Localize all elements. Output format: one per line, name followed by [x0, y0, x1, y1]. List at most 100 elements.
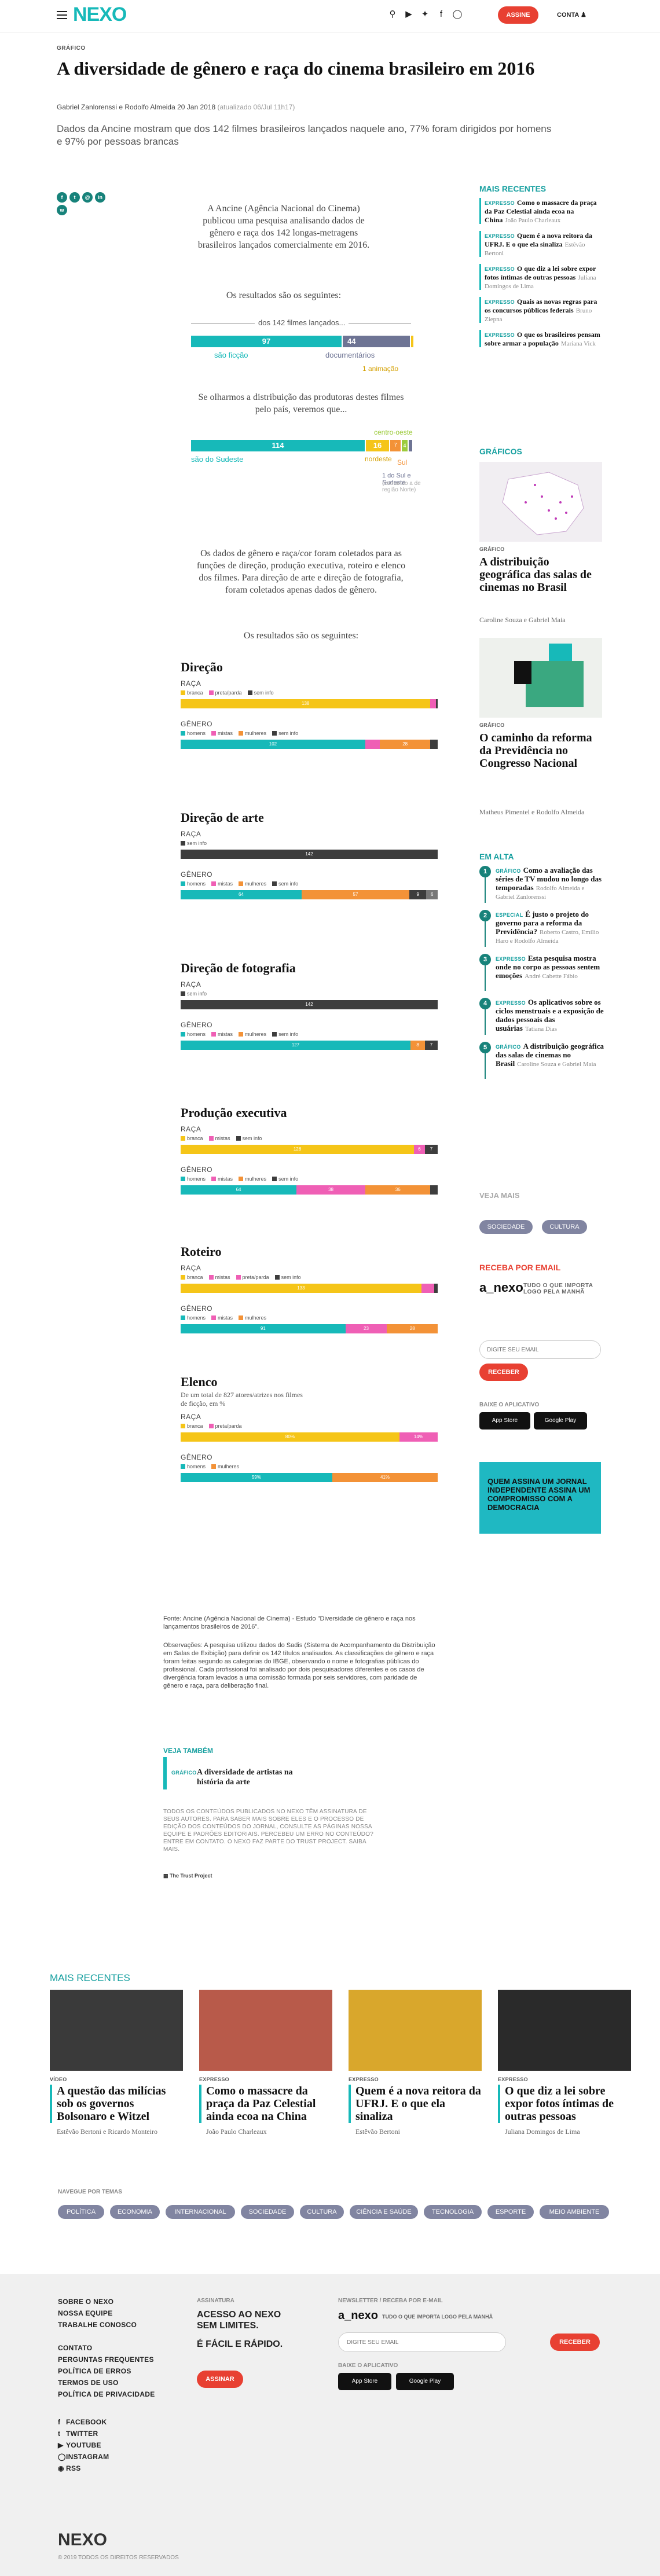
linkedin-share-icon[interactable]: in: [95, 192, 105, 203]
legend-item: preta/parda: [236, 1274, 269, 1280]
topic-pill[interactable]: MEIO AMBIENTE: [540, 2205, 609, 2219]
footer-link[interactable]: SOBRE O NEXO: [58, 2298, 174, 2306]
films-breakdown: dos 142 filmes lançados... 97 44 são fic…: [191, 318, 413, 376]
footer-subscribe-button[interactable]: ASSINAR: [197, 2371, 243, 2388]
footer-social-link[interactable]: ◯INSTAGRAM: [58, 2453, 174, 2461]
footer-social-link[interactable]: ◉ RSS: [58, 2464, 174, 2472]
sidebar-recent-item[interactable]: EXPRESSO Quais as novas regras para os co…: [479, 297, 604, 323]
race-legend: branca mistas sem info: [181, 1136, 441, 1141]
topic-pill[interactable]: ESPORTE: [487, 2205, 534, 2219]
gender-legend: homens mistas mulheres sem info: [181, 1176, 441, 1182]
tag-sociedade[interactable]: SOCIEDADE: [479, 1220, 533, 1234]
sidebar-recent-item[interactable]: EXPRESSO O que diz a lei sobre expor foto…: [479, 264, 604, 290]
legend-text: preta/parda: [215, 690, 242, 696]
rights-note: TODOS OS CONTEÚDOS PUBLICADOS NO NEXO TÊ…: [163, 1809, 373, 1853]
chart-title: Direção: [181, 660, 223, 674]
race-legend: sem info: [181, 991, 441, 997]
sul-bar: 7: [390, 440, 401, 451]
footer-social-link[interactable]: ▶ YOUTUBE: [58, 2441, 174, 2449]
graphic1-title[interactable]: A distribuição geográfica das salas de c…: [479, 556, 601, 594]
legend-swatch: [181, 690, 185, 695]
youtube-icon[interactable]: ▶: [403, 9, 415, 20]
trust-project-logo[interactable]: ▦ The Trust Project: [163, 1873, 212, 1879]
footer-access-text: ACESSO AO NEXO SEM LIMITES.: [197, 2310, 281, 2331]
trending-item[interactable]: 5 GRÁFICO A distribuição geográfica das sa…: [479, 1042, 604, 1079]
legend-text: branca: [187, 1274, 203, 1280]
recent-card[interactable]: EXPRESSO O que diz a lei sobre expor foto…: [498, 1990, 631, 2136]
account-link[interactable]: CONTA ♟: [557, 11, 586, 19]
menu-icon[interactable]: [57, 11, 67, 19]
subscribe-button[interactable]: ASSINE: [498, 6, 538, 24]
footer-link[interactable]: PERGUNTAS FREQUENTES: [58, 2355, 174, 2364]
legend-text: branca: [187, 690, 203, 696]
footer-logo[interactable]: NEXO: [58, 2530, 107, 2550]
subscribe-banner[interactable]: QUEM ASSINA UM JORNAL INDEPENDENTE ASSIN…: [479, 1462, 601, 1534]
graphic2-title[interactable]: O caminho da reforma da Previdência no C…: [479, 732, 601, 770]
facebook-share-icon[interactable]: f: [57, 192, 67, 203]
recent-card[interactable]: VÍDEO A questão das milícias sob os gover…: [50, 1990, 183, 2136]
search-icon[interactable]: ⚲: [387, 9, 398, 20]
whatsapp-share-icon[interactable]: w: [57, 205, 67, 215]
footer-app-header: BAIXE O APLICATIVO: [338, 2362, 398, 2369]
topic-pill[interactable]: CIÊNCIA E SAÚDE: [350, 2205, 418, 2219]
veja-tambem-link[interactable]: A diversidade de artistas na história da…: [197, 1767, 313, 1787]
sidebar-recent-item[interactable]: EXPRESSO Quem é a nova reitora da UFRJ. E…: [479, 231, 604, 257]
footer-link[interactable]: TRABALHE CONOSCO: [58, 2321, 174, 2329]
congress-thumbnail[interactable]: [479, 638, 602, 718]
trending-item[interactable]: 1 GRÁFICO Como a avaliação das séries de T…: [479, 866, 604, 903]
sidebar-recent-item[interactable]: EXPRESSO Como o massacre da praça da Paz …: [479, 198, 604, 224]
card-thumbnail: [50, 1990, 183, 2071]
topic-pill[interactable]: POLÍTICA: [58, 2205, 104, 2219]
legend-swatch: [211, 1464, 217, 1469]
legend-text: mistas: [215, 1274, 230, 1280]
sidebar-email-input[interactable]: [479, 1340, 601, 1359]
map-thumbnail[interactable]: [479, 462, 602, 542]
legend-item: sem info: [272, 730, 298, 736]
app-store-button[interactable]: App Store: [479, 1412, 530, 1430]
gender-bar: 91 23 28: [181, 1324, 438, 1333]
legend-item: homens: [181, 1464, 206, 1469]
footer-link[interactable]: CONTATO: [58, 2344, 174, 2352]
films-label: dos 142 filmes lançados...: [255, 318, 349, 327]
veja-mais-header: VEJA MAIS: [479, 1191, 520, 1200]
trending-item[interactable]: 2 ESPECIAL É justo o projeto do governo pa…: [479, 910, 604, 947]
footer-link[interactable]: NOSSA EQUIPE: [58, 2309, 174, 2317]
email-share-icon[interactable]: @: [82, 192, 93, 203]
legend-text: mulheres: [245, 1176, 267, 1182]
footer-email-input[interactable]: [338, 2332, 506, 2352]
legend-item: homens: [181, 881, 206, 887]
chart-section: Direção RAÇA branca preta/parda sem info 138 G…: [181, 660, 441, 749]
topic-pill[interactable]: TECNOLOGIA: [424, 2205, 482, 2219]
recent-card[interactable]: EXPRESSO Como o massacre da praça da Paz …: [199, 1990, 332, 2136]
topic-pill[interactable]: INTERNACIONAL: [166, 2205, 235, 2219]
twitter-share-icon[interactable]: t: [69, 192, 80, 203]
sidebar-recent-item[interactable]: EXPRESSO O que os brasileiros pensam sobr…: [479, 330, 604, 347]
legend-item: preta/parda: [208, 690, 242, 696]
facebook-icon[interactable]: f: [435, 9, 447, 20]
footer-social-link[interactable]: t TWITTER: [58, 2430, 174, 2438]
footer-receive-button[interactable]: RECEBER: [550, 2334, 600, 2351]
topic-pill[interactable]: ECONOMIA: [110, 2205, 160, 2219]
legend-swatch: [181, 1177, 185, 1181]
recent-card[interactable]: EXPRESSO Quem é a nova reitora da UFRJ. E…: [349, 1990, 482, 2136]
sidebar-recent-list: EXPRESSO Como o massacre da praça da Paz …: [479, 198, 604, 429]
sudeste-bar: 114: [191, 440, 365, 451]
footer-google-play-button[interactable]: Google Play: [396, 2373, 454, 2390]
google-play-button[interactable]: Google Play: [534, 1412, 587, 1430]
twitter-icon[interactable]: ✦: [419, 9, 431, 20]
footer-link[interactable]: TERMOS DE USO: [58, 2379, 174, 2387]
footer-link[interactable]: POLÍTICA DE PRIVACIDADE: [58, 2390, 174, 2398]
topic-pill[interactable]: SOCIEDADE: [241, 2205, 294, 2219]
race-legend: sem info: [181, 840, 441, 846]
card-title: Como o massacre da praça da Paz Celestia…: [199, 2085, 332, 2123]
topic-pill[interactable]: CULTURA: [300, 2205, 344, 2219]
footer-link[interactable]: POLÍTICA DE ERROS: [58, 2367, 174, 2375]
instagram-icon[interactable]: ◯: [452, 9, 463, 20]
footer-social-link[interactable]: f FACEBOOK: [58, 2418, 174, 2426]
trending-item[interactable]: 4 EXPRESSO Os aplicativos sobre os ciclos …: [479, 998, 604, 1035]
sidebar-receive-button[interactable]: RECEBER: [479, 1364, 528, 1381]
site-logo[interactable]: NEXO: [73, 3, 127, 26]
trending-item[interactable]: 3 EXPRESSO Esta pesquisa mostra onde no co…: [479, 954, 604, 991]
footer-app-store-button[interactable]: App Store: [338, 2373, 391, 2390]
tag-cultura[interactable]: CULTURA: [542, 1220, 587, 1234]
